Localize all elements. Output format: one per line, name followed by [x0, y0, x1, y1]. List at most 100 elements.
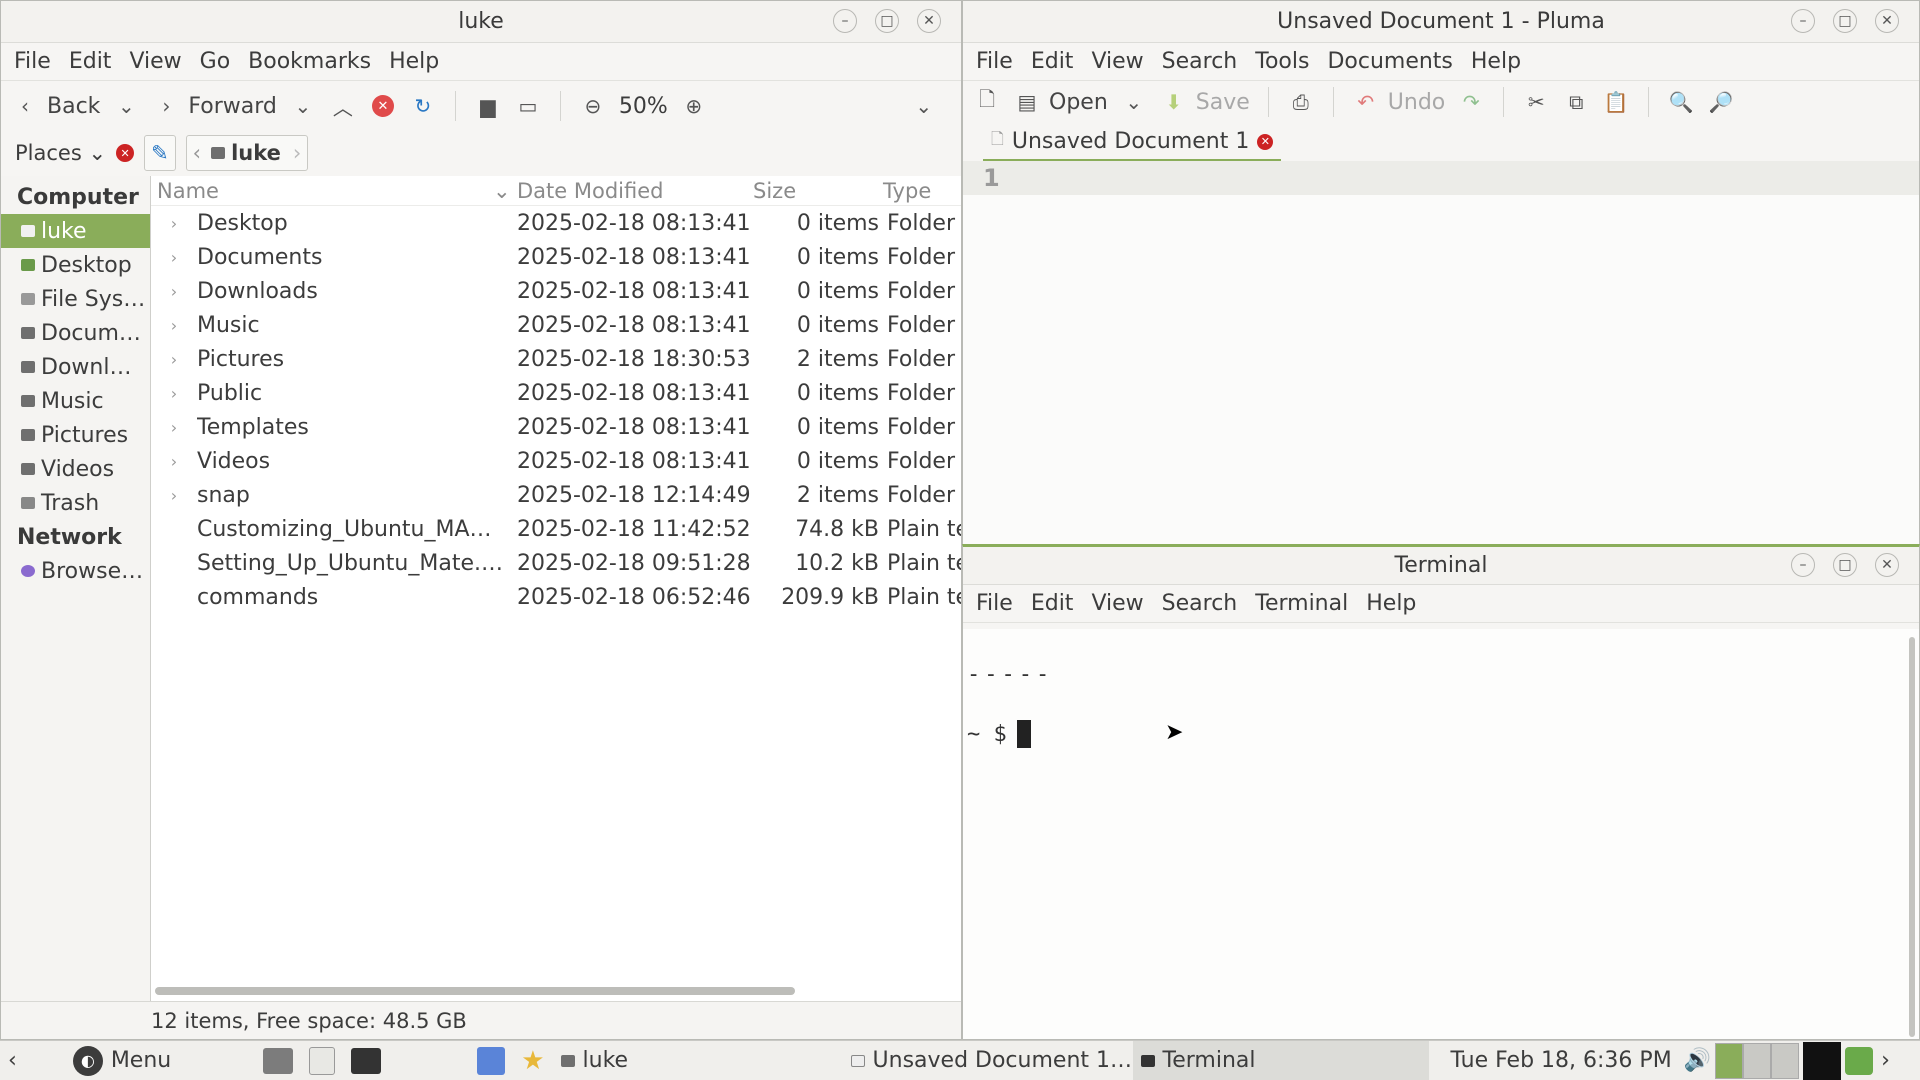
paste-icon[interactable]: 📋 [1602, 88, 1630, 116]
menu-search[interactable]: Search [1155, 49, 1245, 74]
menu-go[interactable]: Go [193, 49, 238, 74]
sidebar-item-pictures[interactable]: Pictures [1, 418, 150, 452]
launcher-text-editor[interactable] [301, 1041, 343, 1080]
menu-tools[interactable]: Tools [1248, 49, 1316, 74]
system-monitor[interactable] [1803, 1041, 1842, 1080]
chevron-down-icon[interactable]: ⌄ [1120, 88, 1148, 116]
terminal-titlebar[interactable]: Terminal – □ ✕ [963, 547, 1919, 585]
table-row[interactable]: › Public 2025-02-18 08:13:41 0 items Folder [151, 376, 961, 410]
table-row[interactable]: › Templates 2025-02-18 08:13:41 0 items Fold… [151, 410, 961, 444]
clock[interactable]: Tue Feb 18, 6:36 PM [1443, 1041, 1680, 1080]
places-dropdown[interactable]: Places ⌄ [15, 141, 106, 165]
launcher-file-manager[interactable] [255, 1041, 301, 1080]
terminal-output[interactable]: ----- ~ $ [963, 629, 1919, 1039]
horizontal-scrollbar[interactable] [155, 987, 795, 995]
computer-icon[interactable]: ▭ [514, 92, 542, 120]
menu-file[interactable]: File [969, 591, 1020, 616]
path-left-arrow-icon[interactable]: ‹ [187, 141, 207, 165]
menu-documents[interactable]: Documents [1320, 49, 1459, 74]
menu-view[interactable]: View [1084, 49, 1150, 74]
menu-search[interactable]: Search [1155, 591, 1245, 616]
column-header-size[interactable]: Size [753, 179, 883, 203]
close-tab-icon[interactable]: ✕ [1257, 133, 1274, 150]
table-row[interactable]: Customizing_Ubuntu_MA… 2025-02-18 11:42:5… [151, 512, 961, 546]
table-row[interactable]: › Pictures 2025-02-18 18:30:53 2 items Folde… [151, 342, 961, 376]
path-segment-luke[interactable]: luke [225, 141, 287, 165]
menu-terminal[interactable]: Terminal [1248, 591, 1355, 616]
main-menu-button[interactable]: ◐ Menu [65, 1041, 179, 1080]
launcher-screenshot[interactable] [469, 1041, 513, 1080]
table-row[interactable]: › Desktop 2025-02-18 08:13:41 0 items Folder [151, 206, 961, 240]
column-header-date[interactable]: Date Modified [517, 179, 753, 203]
sidebar-item-desktop[interactable]: Desktop [1, 248, 150, 282]
file-manager-titlebar[interactable]: luke – □ ✕ [1, 1, 961, 43]
chevron-down-icon[interactable]: ⌄ [289, 92, 317, 120]
volume-button[interactable]: 🔊 [1680, 1041, 1715, 1080]
menu-file[interactable]: File [7, 49, 58, 74]
forward-button[interactable]: › Forward [152, 92, 276, 120]
print-icon[interactable]: ⎙ [1287, 88, 1315, 116]
menu-view[interactable]: View [122, 49, 188, 74]
open-button[interactable]: ▤ Open [1013, 88, 1108, 116]
taskbar-right-arrow[interactable]: › [1873, 1041, 1898, 1080]
text-editor[interactable]: 1 [963, 161, 1919, 547]
table-row[interactable]: › Videos 2025-02-18 08:13:41 0 items Folder [151, 444, 961, 478]
minimize-button[interactable]: – [1791, 553, 1815, 577]
maximize-button[interactable]: □ [1833, 9, 1857, 33]
back-button[interactable]: ‹ Back [11, 92, 100, 120]
menu-view[interactable]: View [1084, 591, 1150, 616]
column-header-type[interactable]: Type [883, 179, 931, 203]
workspace-3[interactable] [1771, 1042, 1800, 1079]
expander-icon[interactable]: › [151, 452, 197, 471]
task-file-manager[interactable]: luke [553, 1041, 843, 1080]
sidebar-item-trash[interactable]: Trash [1, 486, 150, 520]
chevron-down-icon[interactable]: ⌄ [112, 92, 140, 120]
pluma-titlebar[interactable]: Unsaved Document 1 - Pluma – □ ✕ [963, 1, 1919, 43]
expander-icon[interactable]: › [151, 248, 197, 267]
minimize-button[interactable]: – [1791, 9, 1815, 33]
zoom-out-icon[interactable]: ⊖ [579, 92, 607, 120]
maximize-button[interactable]: □ [875, 9, 899, 33]
expander-icon[interactable]: › [151, 214, 197, 233]
column-header-name[interactable]: Name [157, 179, 493, 203]
menu-bookmarks[interactable]: Bookmarks [241, 49, 378, 74]
table-row[interactable]: › Documents 2025-02-18 08:13:41 0 items Fold… [151, 240, 961, 274]
maximize-button[interactable]: □ [1833, 553, 1857, 577]
sidebar-item-music[interactable]: Music [1, 384, 150, 418]
task-terminal[interactable]: Terminal [1132, 1040, 1429, 1080]
copy-icon[interactable]: ⧉ [1562, 88, 1590, 116]
save-button[interactable]: ⬇ Save [1160, 88, 1249, 116]
task-pluma[interactable]: Unsaved Document 1… [843, 1041, 1133, 1080]
menu-edit[interactable]: Edit [1024, 591, 1081, 616]
menu-help[interactable]: Help [1359, 591, 1423, 616]
edit-location-button[interactable]: ✎ [144, 135, 176, 171]
update-notifier-icon[interactable] [1845, 1046, 1874, 1075]
home-folder-icon[interactable]: ▆ [474, 92, 502, 120]
sidebar-item-luke[interactable]: luke [1, 214, 150, 248]
menu-help[interactable]: Help [382, 49, 446, 74]
stop-icon[interactable]: ✕ [369, 92, 397, 120]
workspace-2[interactable] [1743, 1042, 1772, 1079]
cut-icon[interactable]: ✂ [1522, 88, 1550, 116]
sidebar-item-videos[interactable]: Videos [1, 452, 150, 486]
workspace-1[interactable] [1715, 1042, 1744, 1079]
sidebar-item-filesystem[interactable]: File Sys… [1, 282, 150, 316]
table-row[interactable]: Setting_Up_Ubuntu_Mate.… 2025-02-18 09:51… [151, 546, 961, 580]
expander-icon[interactable]: › [151, 418, 197, 437]
close-button[interactable]: ✕ [1875, 9, 1899, 33]
expander-icon[interactable]: › [151, 316, 197, 335]
sidebar-item-browse-network[interactable]: Browse… [1, 554, 150, 588]
expander-icon[interactable]: › [151, 486, 197, 505]
launcher-favorites[interactable]: ★ [513, 1041, 552, 1080]
sidebar-item-documents[interactable]: Docum… [1, 316, 150, 350]
expander-icon[interactable]: › [151, 384, 197, 403]
find-replace-icon[interactable]: 🔎 [1707, 88, 1735, 116]
new-document-icon[interactable]: 🗋 [973, 87, 1001, 116]
table-row[interactable]: › Music 2025-02-18 08:13:41 0 items Folder [151, 308, 961, 342]
expander-icon[interactable]: › [151, 282, 197, 301]
zoom-in-icon[interactable]: ⊕ [680, 92, 708, 120]
taskbar-left-arrow[interactable]: ‹ [0, 1041, 25, 1080]
launcher-terminal[interactable] [343, 1041, 389, 1080]
table-row[interactable]: › snap 2025-02-18 12:14:49 2 items Folder [151, 478, 961, 512]
table-row[interactable]: › Downloads 2025-02-18 08:13:41 0 items Fold… [151, 274, 961, 308]
